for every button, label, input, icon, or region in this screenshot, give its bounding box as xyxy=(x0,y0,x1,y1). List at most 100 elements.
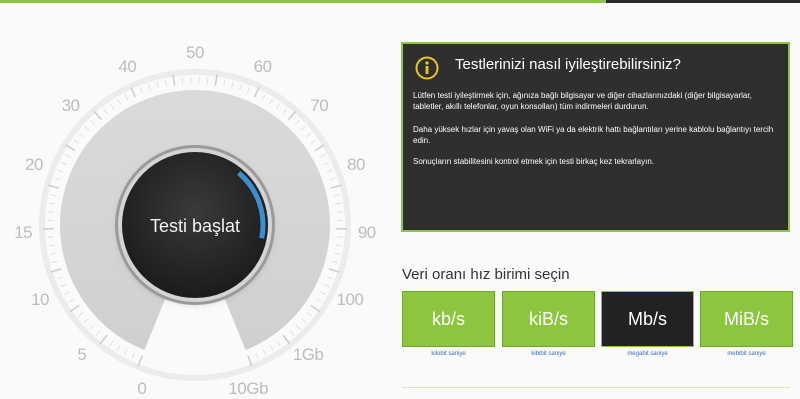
gauge-tick xyxy=(48,245,54,246)
gauge-tick xyxy=(336,245,342,246)
gauge-tick xyxy=(329,269,339,272)
gauge-tick xyxy=(283,335,290,344)
gauge-tick xyxy=(149,84,151,90)
top-dark-bar xyxy=(606,0,800,3)
gauge-tick xyxy=(276,104,279,109)
gauge-tick xyxy=(254,87,259,97)
gauge-scale-label: 90 xyxy=(358,223,376,243)
gauge-tick xyxy=(263,350,266,355)
gauge-tick xyxy=(320,292,325,295)
speed-gauge: 05101520304050607080901001Gb10Gb Testi b… xyxy=(0,0,400,392)
gauge-tick xyxy=(58,170,64,172)
gauge-tick xyxy=(140,87,142,93)
gauge-tick xyxy=(320,154,325,157)
gauge-tick xyxy=(311,140,316,143)
unit-caption-mibps[interactable]: mebibit saniye xyxy=(700,351,793,357)
gauge-tick xyxy=(91,120,95,124)
tips-paragraph: Sonuçların stabilitesini kontrol etmek i… xyxy=(413,156,783,167)
gauge-tick xyxy=(103,109,107,114)
gauge-tick xyxy=(57,277,63,279)
gauge-tick xyxy=(224,80,225,86)
gauge-tick xyxy=(182,78,183,84)
gauge-scale-label: 20 xyxy=(25,155,43,175)
gauge-tick xyxy=(51,269,61,272)
gauge-tick xyxy=(301,126,305,130)
gauge-tick xyxy=(124,350,127,355)
gauge-tick xyxy=(290,331,294,335)
gauge-tick xyxy=(327,277,333,279)
gauge-tick xyxy=(165,80,166,86)
gauge-tick xyxy=(49,203,55,204)
gauge-tick xyxy=(330,178,336,180)
gauge-tick xyxy=(61,162,66,165)
unit-button-mibps[interactable]: MiB/s xyxy=(700,291,793,347)
gauge-tick xyxy=(55,178,61,180)
gauge-tick xyxy=(90,325,94,329)
gauge-tick xyxy=(337,237,343,238)
info-icon xyxy=(415,56,439,80)
gauge-tick xyxy=(110,104,113,109)
gauge-tick xyxy=(262,95,265,100)
gauge-tick xyxy=(277,341,280,346)
gauge-scale-label: 10Gb xyxy=(228,379,268,399)
gauge-tick xyxy=(248,356,252,366)
unit-caption-mbps[interactable]: megabit saniye xyxy=(601,351,694,357)
gauge-tick xyxy=(307,313,312,317)
gauge-tick xyxy=(52,261,58,263)
gauge-tick xyxy=(66,145,75,151)
tips-panel: Testlerinizi nasıl iyileştirebilirsiniz?… xyxy=(401,42,790,232)
gauge-tick xyxy=(94,111,101,119)
gauge-tick xyxy=(64,292,69,295)
gauge-tick xyxy=(335,203,341,204)
gauge-tick xyxy=(132,353,135,358)
start-test-button[interactable]: Testi başlat xyxy=(122,152,268,298)
gauge-tick xyxy=(61,284,66,287)
gauge-tick xyxy=(157,82,159,88)
gauge-tick xyxy=(240,84,242,90)
gauge-tick xyxy=(48,212,54,213)
gauge-tick xyxy=(96,331,100,335)
gauge-tick xyxy=(334,195,340,196)
gauge-tick xyxy=(334,253,340,254)
gauge-tick xyxy=(332,261,338,263)
tips-title: Testlerinizi nasıl iyileştirebilirsiniz? xyxy=(455,56,681,73)
gauge-tick xyxy=(296,325,300,329)
gauge-tick xyxy=(117,99,120,104)
gauge-tick xyxy=(65,154,70,157)
tips-paragraph: Daha yüksek hızlar için yavaş olan WiFi … xyxy=(413,124,783,146)
gauge-tick xyxy=(306,133,311,137)
gauge-tick xyxy=(131,87,136,97)
gauge-tick xyxy=(324,162,329,165)
unit-button-kbps[interactable]: kb/s xyxy=(402,291,495,347)
section-divider xyxy=(402,387,790,388)
gauge-tick xyxy=(289,111,296,119)
unit-caption-kbps[interactable]: kilobit saniye xyxy=(402,351,495,357)
gauge-tick xyxy=(138,356,142,366)
unit-caption-kibps[interactable]: kibibit saniye xyxy=(502,351,595,357)
gauge-tick xyxy=(125,95,128,100)
gauge-scale-label: 5 xyxy=(77,345,86,365)
gauge-tick xyxy=(78,313,83,317)
gauge-scale-label: 40 xyxy=(118,57,136,77)
gauge-tick xyxy=(295,120,299,124)
gauge-scale-label: 15 xyxy=(14,223,32,243)
gauge-tick xyxy=(336,212,342,213)
gauge-tick xyxy=(315,145,324,151)
gauge-tick xyxy=(85,126,89,130)
gauge-tick xyxy=(109,341,112,346)
gauge-scale-label: 10 xyxy=(31,290,49,310)
unit-button-mbps[interactable]: Mb/s xyxy=(601,291,694,347)
gauge-tick xyxy=(117,345,120,350)
gauge-tick xyxy=(79,133,84,137)
gauge-scale-label: 100 xyxy=(337,290,364,310)
gauge-tick xyxy=(324,284,329,287)
gauge-tick xyxy=(69,299,74,302)
gauge-tick xyxy=(247,87,249,93)
gauge-tick xyxy=(256,353,259,358)
gauge-tick xyxy=(269,99,272,104)
gauge-tick xyxy=(50,195,56,196)
gauge-tick xyxy=(74,140,79,143)
unit-button-kibps[interactable]: kiB/s xyxy=(502,291,595,347)
gauge-scale-label: 60 xyxy=(254,57,272,77)
gauge-scale-label: 70 xyxy=(310,96,328,116)
